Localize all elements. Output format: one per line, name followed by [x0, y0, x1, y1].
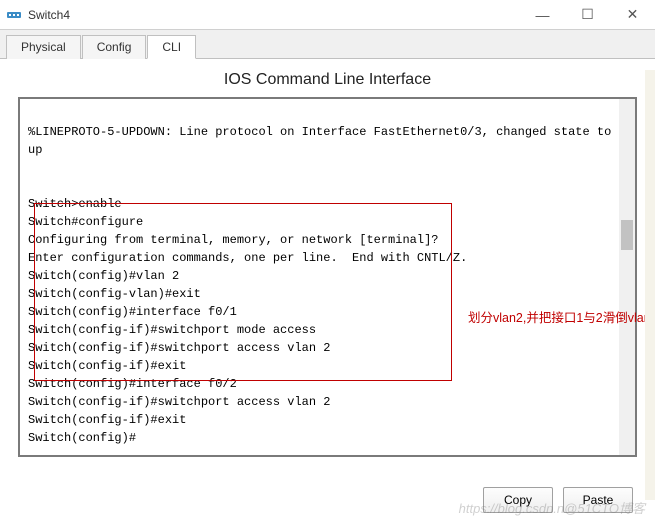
tab-bar: Physical Config CLI [0, 30, 655, 59]
maximize-button[interactable]: ☐ [565, 0, 610, 29]
cli-panel: IOS Command Line Interface %LINEPROTO-5-… [0, 59, 655, 480]
scrollbar-track[interactable] [619, 99, 635, 455]
paste-button[interactable]: Paste [563, 487, 633, 513]
app-icon [6, 7, 22, 23]
tab-cli[interactable]: CLI [147, 35, 196, 59]
window-title: Switch4 [28, 8, 70, 22]
tab-config[interactable]: Config [82, 35, 147, 59]
minimize-button[interactable]: — [520, 0, 565, 29]
cli-output[interactable]: %LINEPROTO-5-UPDOWN: Line protocol on In… [18, 97, 637, 457]
close-button[interactable]: ✕ [610, 0, 655, 29]
button-row: Copy Paste [483, 487, 633, 513]
copy-button[interactable]: Copy [483, 487, 553, 513]
panel-title: IOS Command Line Interface [18, 71, 637, 89]
scrollbar-thumb[interactable] [621, 220, 633, 250]
titlebar: Switch4 — ☐ ✕ [0, 0, 655, 30]
annotation-text: 划分vlan2,并把接口1与2滑倒vlan2 [468, 307, 655, 326]
tab-physical[interactable]: Physical [6, 35, 81, 59]
